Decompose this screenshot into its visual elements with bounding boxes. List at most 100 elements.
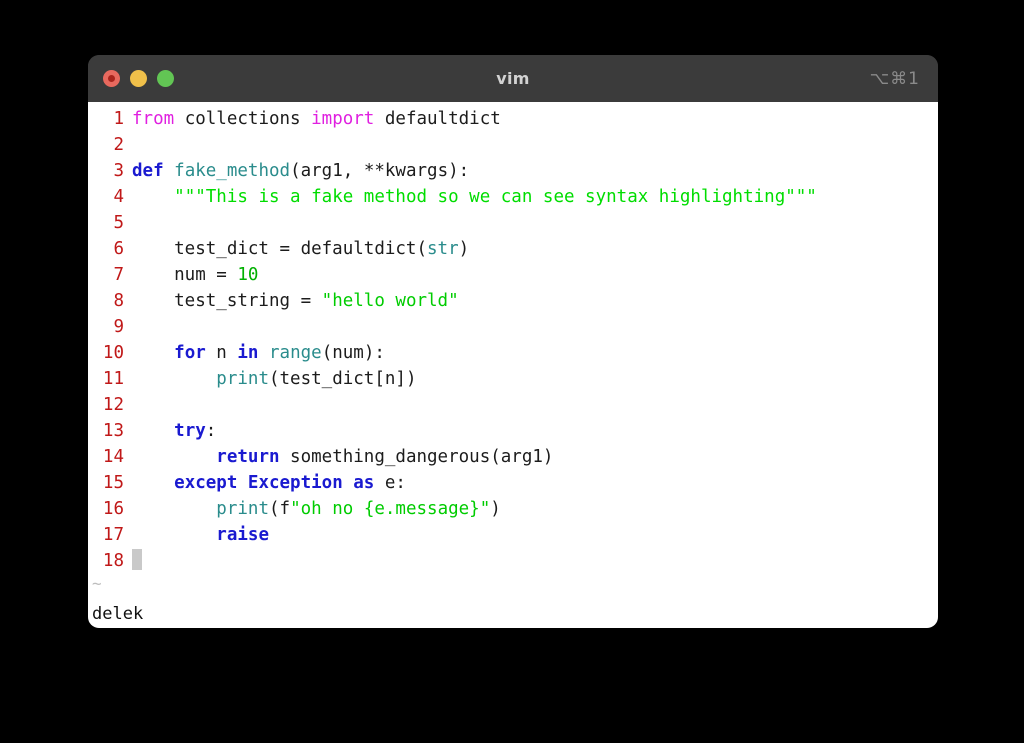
line-text: def fake_method(arg1, **kwargs):	[132, 158, 469, 184]
token-plain: (num):	[321, 343, 385, 363]
line-number: 1	[113, 109, 124, 129]
token-pre: import	[311, 109, 375, 129]
line-text: except Exception as e:	[132, 470, 406, 496]
line-number: 16	[102, 499, 124, 519]
code-line: 3 def fake_method(arg1, **kwargs):	[88, 158, 938, 184]
code-line: 16 print(f"oh no {e.message}")	[88, 496, 938, 522]
line-text: """This is a fake method so we can see s…	[132, 184, 817, 210]
code-line: 7 num = 10	[88, 262, 938, 288]
code-line: 9	[88, 314, 938, 340]
token-kw: raise	[216, 525, 269, 545]
line-number: 6	[113, 239, 124, 259]
token-kw: except Exception as	[174, 473, 375, 493]
code-line: 17 raise	[88, 522, 938, 548]
line-number: 15	[102, 473, 124, 493]
token-kw: in	[237, 343, 259, 363]
line-text: test_string = "hello world"	[132, 288, 459, 314]
code-line: 4 """This is a fake method so we can see…	[88, 184, 938, 210]
line-number: 14	[102, 447, 124, 467]
desktop-background: vim ⌥⌘1 1 from collections import default…	[0, 0, 1024, 743]
line-text: raise	[132, 522, 269, 548]
line-text: try:	[132, 418, 216, 444]
line-text: print(test_dict[n])	[132, 366, 417, 392]
token-doc: """This is a fake method so we can see s…	[174, 187, 817, 207]
code-line: 14 return something_dangerous(arg1)	[88, 444, 938, 470]
token-plain: test_string =	[132, 291, 322, 311]
code-line: 6 test_dict = defaultdict(str)	[88, 236, 938, 262]
code-line: 8 test_string = "hello world"	[88, 288, 938, 314]
text-cursor	[132, 549, 142, 570]
line-number: 8	[113, 291, 124, 311]
token-plain: num =	[132, 265, 238, 285]
token-plain: collections	[174, 109, 312, 129]
line-text: from collections import defaultdict	[132, 106, 501, 132]
token-plain: (test_dict[n])	[268, 369, 417, 389]
vim-editor-pane[interactable]: 1 from collections import defaultdict 2 3 de…	[88, 102, 938, 628]
close-window-icon[interactable]	[103, 70, 120, 87]
code-line: 13 try:	[88, 418, 938, 444]
token-fn: str	[427, 239, 459, 259]
line-number: 7	[113, 265, 124, 285]
code-line: 12	[88, 392, 938, 418]
line-number: 18	[102, 551, 124, 571]
line-number: 17	[102, 525, 124, 545]
code-line: 5	[88, 210, 938, 236]
token-kw: return	[216, 447, 280, 467]
token-pre: from	[132, 109, 175, 129]
line-text: return something_dangerous(arg1)	[132, 444, 553, 470]
code-line: 15 except Exception as e:	[88, 470, 938, 496]
token-plain: test_dict = defaultdict(	[132, 239, 428, 259]
line-number: 2	[113, 135, 124, 155]
vim-terminal-window: vim ⌥⌘1 1 from collections import default…	[88, 55, 938, 628]
code-lines-container: 1 from collections import defaultdict 2 3 de…	[88, 106, 938, 574]
token-plain: )	[458, 239, 470, 259]
token-plain: (f	[268, 499, 291, 519]
token-plain: e:	[374, 473, 406, 493]
line-text: test_dict = defaultdict(str)	[132, 236, 469, 262]
line-number: 11	[102, 369, 124, 389]
token-fn: fake_method	[174, 161, 291, 181]
token-plain: defaultdict	[374, 109, 501, 129]
line-number: 5	[113, 213, 124, 233]
window-title: vim	[496, 69, 530, 88]
line-text	[132, 548, 142, 574]
token-str: "hello world"	[321, 291, 459, 311]
line-text: num = 10	[132, 262, 258, 288]
line-number: 10	[102, 343, 124, 363]
token-plain: )	[490, 499, 501, 519]
token-plain: something_dangerous(arg1)	[279, 447, 554, 467]
line-number: 4	[113, 187, 124, 207]
minimize-window-icon[interactable]	[130, 70, 147, 87]
code-line: 11 print(test_dict[n])	[88, 366, 938, 392]
code-line: 18	[88, 548, 938, 574]
token-fn: print	[216, 369, 269, 389]
token-kw: for	[174, 343, 206, 363]
line-number: 9	[113, 317, 124, 337]
window-titlebar[interactable]: vim ⌥⌘1	[88, 55, 938, 102]
token-plain: :	[205, 421, 217, 441]
line-text: for n in range(num):	[132, 340, 385, 366]
token-fn: print	[216, 499, 269, 519]
token-plain: n	[205, 343, 238, 363]
maximize-window-icon[interactable]	[157, 70, 174, 87]
token-kw: try	[174, 421, 206, 441]
line-number: 12	[102, 395, 124, 415]
vim-status-line: delek	[92, 604, 144, 624]
window-shortcut-hint: ⌥⌘1	[869, 68, 920, 89]
code-line: 10 for n in range(num):	[88, 340, 938, 366]
line-number: 13	[102, 421, 124, 441]
token-kw: def	[132, 161, 164, 181]
code-line: 1 from collections import defaultdict	[88, 106, 938, 132]
tilde-marker: ~	[92, 574, 102, 593]
line-text: print(f"oh no {e.message}")	[132, 496, 501, 522]
traffic-light-controls	[103, 70, 174, 87]
vim-empty-buffer-row: ~	[88, 574, 938, 597]
